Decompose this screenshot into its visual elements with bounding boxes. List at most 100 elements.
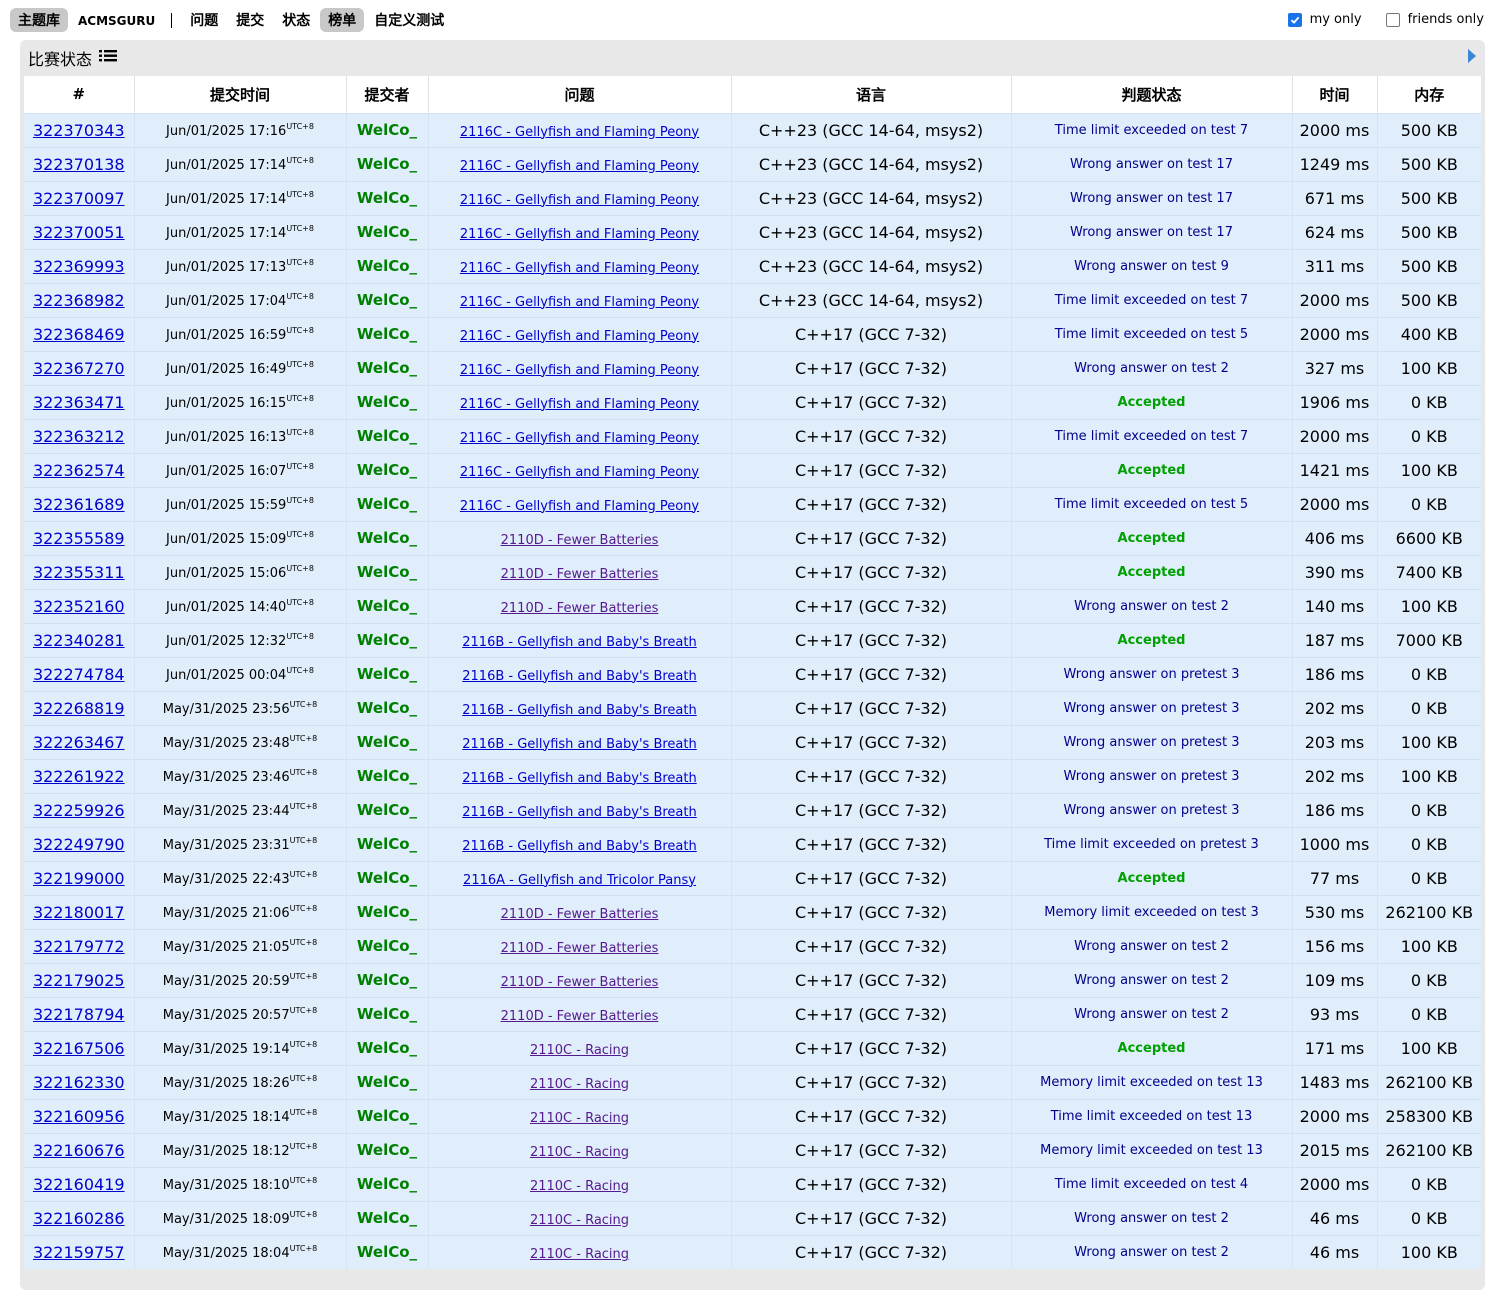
problem-link[interactable]: 2116C - Gellyfish and Flaming Peony	[460, 295, 699, 310]
cell-author[interactable]: WelCo_	[346, 928, 429, 963]
submission-id-link[interactable]: 322263467	[33, 733, 125, 752]
submission-id-link[interactable]: 322199000	[33, 869, 125, 888]
cell-author[interactable]: WelCo_	[346, 826, 429, 861]
nav-status[interactable]: 状态	[274, 8, 318, 32]
friends-only-filter[interactable]: friends only	[1385, 12, 1484, 27]
problem-link[interactable]: 2116C - Gellyfish and Flaming Peony	[460, 363, 699, 378]
cell-author[interactable]: WelCo_	[346, 1166, 429, 1201]
cell-author[interactable]: WelCo_	[346, 180, 429, 215]
problem-link[interactable]: 2116B - Gellyfish and Baby's Breath	[462, 839, 696, 854]
submission-id-link[interactable]: 322160956	[33, 1107, 125, 1126]
problem-link[interactable]: 2116C - Gellyfish and Flaming Peony	[460, 125, 699, 140]
submission-id-link[interactable]: 322259926	[33, 801, 125, 820]
submission-id-link[interactable]: 322179025	[33, 971, 125, 990]
submission-id-link[interactable]: 322369993	[33, 257, 125, 276]
problem-link[interactable]: 2110C - Racing	[530, 1179, 629, 1194]
friends-only-checkbox[interactable]	[1385, 12, 1400, 27]
problem-link[interactable]: 2116B - Gellyfish and Baby's Breath	[462, 805, 696, 820]
header-time[interactable]: 时间	[1292, 76, 1378, 113]
cell-author[interactable]: WelCo_	[346, 384, 429, 419]
submission-id-link[interactable]: 322370051	[33, 223, 125, 242]
problem-link[interactable]: 2110C - Racing	[530, 1247, 629, 1262]
submission-id-link[interactable]: 322162330	[33, 1073, 125, 1092]
problem-link[interactable]: 2116C - Gellyfish and Flaming Peony	[460, 431, 699, 446]
submission-id-link[interactable]: 322352160	[33, 597, 125, 616]
submission-id-link[interactable]: 322370343	[33, 121, 125, 140]
submission-id-link[interactable]: 322167506	[33, 1039, 125, 1058]
problem-link[interactable]: 2110C - Racing	[530, 1111, 629, 1126]
problem-link[interactable]: 2116B - Gellyfish and Baby's Breath	[462, 669, 696, 684]
cell-author[interactable]: WelCo_	[346, 214, 429, 249]
cell-author[interactable]: WelCo_	[346, 1064, 429, 1099]
problem-link[interactable]: 2110C - Racing	[530, 1213, 629, 1228]
submission-id-link[interactable]: 322367270	[33, 359, 125, 378]
problem-link[interactable]: 2110C - Racing	[530, 1043, 629, 1058]
submission-id-link[interactable]: 322370138	[33, 155, 125, 174]
cell-author[interactable]: WelCo_	[346, 588, 429, 623]
submission-id-link[interactable]: 322370097	[33, 189, 125, 208]
submission-id-link[interactable]: 322179772	[33, 937, 125, 956]
cell-author[interactable]: WelCo_	[346, 1200, 429, 1235]
cell-author[interactable]: WelCo_	[346, 758, 429, 793]
submission-id-link[interactable]: 322274784	[33, 665, 125, 684]
cell-author[interactable]: WelCo_	[346, 248, 429, 283]
cell-author[interactable]: WelCo_	[346, 1098, 429, 1133]
submission-id-link[interactable]: 322160419	[33, 1175, 125, 1194]
problem-link[interactable]: 2110D - Fewer Batteries	[501, 907, 659, 922]
problem-link[interactable]: 2110D - Fewer Batteries	[501, 1009, 659, 1024]
submission-id-link[interactable]: 322368982	[33, 291, 125, 310]
cell-author[interactable]: WelCo_	[346, 690, 429, 725]
cell-author[interactable]: WelCo_	[346, 996, 429, 1031]
header-author[interactable]: 提交者	[346, 76, 429, 113]
problem-link[interactable]: 2116A - Gellyfish and Tricolor Pansy	[463, 873, 696, 888]
cell-author[interactable]: WelCo_	[346, 520, 429, 555]
cell-author[interactable]: WelCo_	[346, 350, 429, 385]
problem-link[interactable]: 2116C - Gellyfish and Flaming Peony	[460, 465, 699, 480]
header-problem[interactable]: 问题	[428, 76, 732, 113]
problem-link[interactable]: 2116B - Gellyfish and Baby's Breath	[462, 771, 696, 786]
my-only-filter[interactable]: my only	[1287, 12, 1362, 27]
nav-acmsguru[interactable]: ACMSGURU	[70, 8, 163, 32]
problem-link[interactable]: 2116C - Gellyfish and Flaming Peony	[460, 159, 699, 174]
cell-author[interactable]: WelCo_	[346, 622, 429, 657]
submission-id-link[interactable]: 322160676	[33, 1141, 125, 1160]
play-arrow-icon[interactable]	[1467, 48, 1477, 68]
cell-author[interactable]: WelCo_	[346, 962, 429, 997]
cell-author[interactable]: WelCo_	[346, 316, 429, 351]
header-id[interactable]: #	[24, 76, 135, 113]
submission-id-link[interactable]: 322249790	[33, 835, 125, 854]
cell-author[interactable]: WelCo_	[346, 894, 429, 929]
cell-author[interactable]: WelCo_	[346, 792, 429, 827]
nav-problemset[interactable]: 主题库	[10, 8, 68, 32]
problem-link[interactable]: 2116C - Gellyfish and Flaming Peony	[460, 329, 699, 344]
submission-id-link[interactable]: 322368469	[33, 325, 125, 344]
submission-id-link[interactable]: 322340281	[33, 631, 125, 650]
cell-author[interactable]: WelCo_	[346, 282, 429, 317]
submission-id-link[interactable]: 322355311	[33, 563, 125, 582]
cell-author[interactable]: WelCo_	[346, 656, 429, 691]
cell-author[interactable]: WelCo_	[346, 418, 429, 453]
cell-author[interactable]: WelCo_	[346, 486, 429, 521]
cell-author[interactable]: WelCo_	[346, 452, 429, 487]
submission-id-link[interactable]: 322160286	[33, 1209, 125, 1228]
problem-link[interactable]: 2116B - Gellyfish and Baby's Breath	[462, 703, 696, 718]
problem-link[interactable]: 2110D - Fewer Batteries	[501, 975, 659, 990]
submission-id-link[interactable]: 322363471	[33, 393, 125, 412]
submission-id-link[interactable]: 322355589	[33, 529, 125, 548]
submission-id-link[interactable]: 322363212	[33, 427, 125, 446]
problem-link[interactable]: 2116C - Gellyfish and Flaming Peony	[460, 397, 699, 412]
submission-id-link[interactable]: 322180017	[33, 903, 125, 922]
problem-link[interactable]: 2116C - Gellyfish and Flaming Peony	[460, 261, 699, 276]
problem-link[interactable]: 2110D - Fewer Batteries	[501, 567, 659, 582]
problem-link[interactable]: 2110D - Fewer Batteries	[501, 533, 659, 548]
header-verdict[interactable]: 判题状态	[1011, 76, 1293, 113]
problem-link[interactable]: 2116B - Gellyfish and Baby's Breath	[462, 737, 696, 752]
nav-standings[interactable]: 榜单	[320, 8, 365, 32]
submission-id-link[interactable]: 322268819	[33, 699, 125, 718]
nav-custom-test[interactable]: 自定义测试	[366, 8, 452, 32]
cell-author[interactable]: WelCo_	[346, 112, 429, 147]
my-only-checkbox[interactable]	[1287, 12, 1302, 27]
cell-author[interactable]: WelCo_	[346, 1132, 429, 1167]
nav-submit[interactable]: 提交	[228, 8, 272, 32]
problem-link[interactable]: 2110C - Racing	[530, 1077, 629, 1092]
